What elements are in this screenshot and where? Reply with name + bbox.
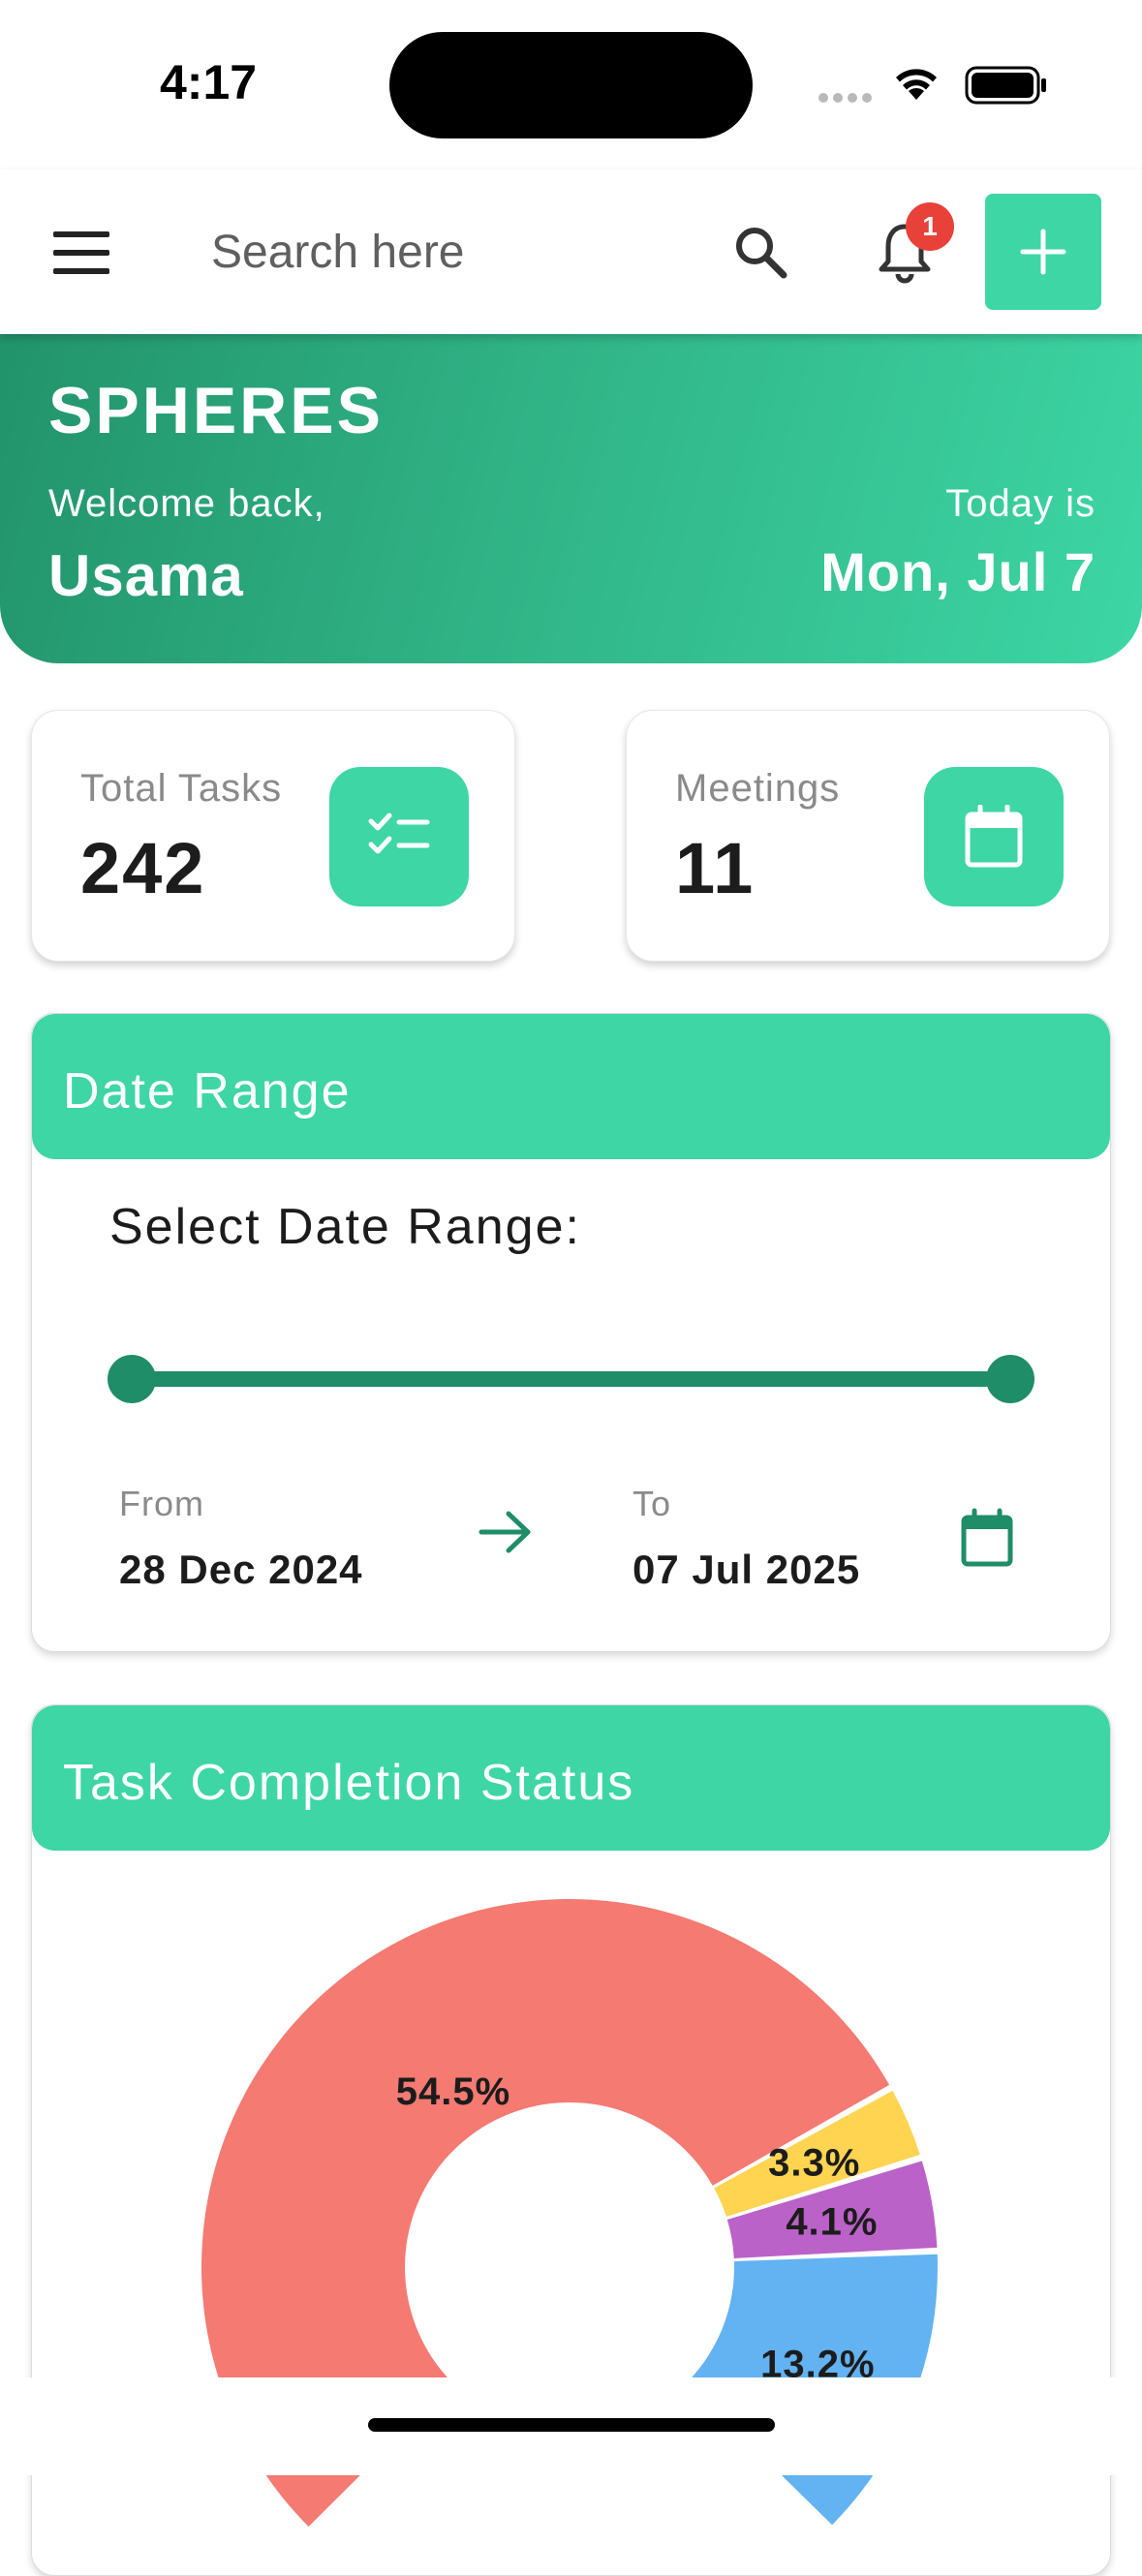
from-label: From xyxy=(119,1484,204,1523)
app-title: SPHERES xyxy=(48,374,384,447)
meetings-card[interactable]: Meetings 11 xyxy=(626,710,1110,962)
to-label: To xyxy=(633,1484,672,1523)
select-date-range-label: Select Date Range: xyxy=(109,1199,581,1255)
from-date[interactable]: 28 Dec 2024 xyxy=(119,1547,363,1593)
meetings-value: 11 xyxy=(675,828,756,908)
add-button[interactable] xyxy=(985,194,1101,310)
total-tasks-label: Total Tasks xyxy=(80,767,283,810)
task-completion-title: Task Completion Status xyxy=(63,1755,635,1811)
calendar-icon xyxy=(924,767,1064,906)
date-range-title: Date Range xyxy=(63,1063,352,1119)
welcome-banner: SPHERES Welcome back, Usama Today is Mon… xyxy=(0,320,1142,663)
welcome-text: Welcome back, xyxy=(48,482,325,525)
wifi-icon xyxy=(896,69,937,100)
battery-icon xyxy=(965,66,1046,105)
home-indicator-area xyxy=(0,2377,1142,2475)
date-range-start-handle[interactable] xyxy=(108,1355,156,1403)
total-tasks-value: 242 xyxy=(80,828,206,908)
donut-slice-label-1: 54.5% xyxy=(396,2070,510,2113)
search-input[interactable] xyxy=(211,220,695,284)
today-label: Today is xyxy=(945,482,1096,525)
home-indicator[interactable] xyxy=(368,2418,775,2432)
menu-icon[interactable] xyxy=(53,231,109,274)
plus-icon xyxy=(1020,229,1066,275)
calendar-picker-icon[interactable] xyxy=(960,1508,1014,1568)
status-bar: 4:17 xyxy=(0,0,1142,169)
task-checklist-icon xyxy=(329,767,469,906)
user-name: Usama xyxy=(48,543,244,608)
status-time: 4:17 xyxy=(160,55,258,109)
task-completion-header: Task Completion Status xyxy=(32,1705,1110,1851)
date-range-slider-track[interactable] xyxy=(109,1371,993,1387)
app-bar: 1 xyxy=(0,169,1142,334)
date-range-panel: Date Range Select Date Range: From 28 De… xyxy=(31,1013,1111,1652)
meetings-label: Meetings xyxy=(675,767,841,810)
to-date[interactable]: 07 Jul 2025 xyxy=(633,1547,860,1593)
notification-badge: 1 xyxy=(906,202,954,251)
arrow-right-icon xyxy=(478,1511,531,1553)
dynamic-island xyxy=(389,32,753,138)
cellular-signal-icon xyxy=(818,93,872,103)
donut-slice-label-2: 3.3% xyxy=(768,2142,860,2185)
donut-slice-label-3: 4.1% xyxy=(786,2201,878,2244)
date-range-end-handle[interactable] xyxy=(986,1355,1034,1403)
search-icon[interactable] xyxy=(731,223,789,281)
today-date: Mon, Jul 7 xyxy=(820,541,1096,602)
total-tasks-card[interactable]: Total Tasks 242 xyxy=(31,710,515,962)
date-range-header: Date Range xyxy=(32,1014,1110,1159)
